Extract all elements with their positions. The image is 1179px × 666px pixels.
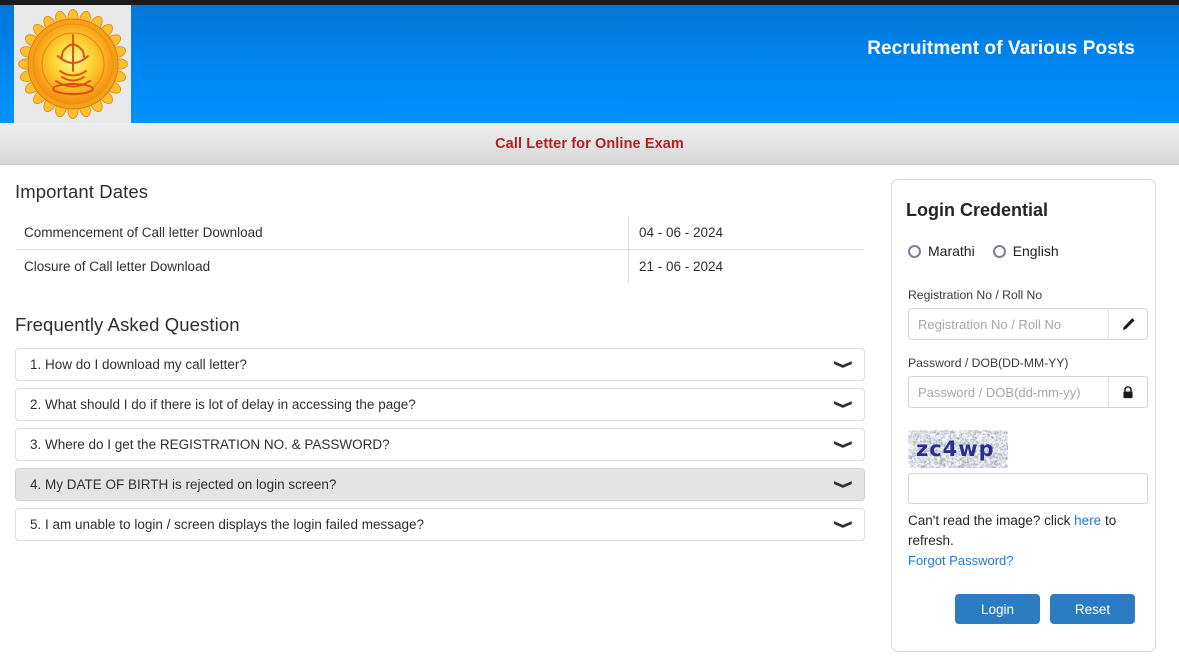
government-logo xyxy=(14,5,131,123)
registration-input-group xyxy=(908,308,1148,340)
faq-item[interactable]: 3. Where do I get the REGISTRATION NO. &… xyxy=(15,428,865,461)
maharashtra-emblem-icon xyxy=(18,9,128,119)
login-panel-title: Login Credential xyxy=(906,200,1137,221)
chevron-down-icon[interactable]: ❯ xyxy=(836,440,853,449)
pencil-icon[interactable] xyxy=(1108,309,1147,339)
language-radio-marathi[interactable]: Marathi xyxy=(908,243,975,259)
page-title: Recruitment of Various Posts xyxy=(867,38,1135,60)
faq-item[interactable]: 1. How do I download my call letter? ❯ xyxy=(15,348,865,381)
registration-label: Registration No / Roll No xyxy=(908,288,1137,302)
captcha-section: zc4wp Can't read the image? click here t… xyxy=(906,430,1137,568)
refresh-captcha-link[interactable]: here xyxy=(1074,513,1101,528)
table-row: Closure of Call letter Download 21 - 06 -… xyxy=(16,250,865,284)
subtitle-text: Call Letter for Online Exam xyxy=(495,136,684,152)
left-content-column: Important Dates Commencement of Call let… xyxy=(15,181,865,548)
captcha-input[interactable] xyxy=(908,473,1148,504)
important-dates-heading: Important Dates xyxy=(15,181,865,203)
chevron-down-icon[interactable]: ❯ xyxy=(836,400,853,409)
forgot-password-row: Forgot Password? xyxy=(908,553,1137,568)
table-row: Commencement of Call letter Download 04 -… xyxy=(16,216,865,250)
radio-circle-icon[interactable] xyxy=(993,245,1006,258)
faq-item-label: 4. My DATE OF BIRTH is rejected on login… xyxy=(30,477,839,492)
site-header-banner: Recruitment of Various Posts xyxy=(0,5,1179,123)
faq-item-label: 2. What should I do if there is lot of d… xyxy=(30,397,839,412)
pencil-glyph xyxy=(1121,317,1136,332)
password-field-group: Password / DOB(DD-MM-YY) xyxy=(906,356,1137,408)
date-value: 04 - 06 - 2024 xyxy=(629,216,865,250)
faq-item-label: 1. How do I download my call letter? xyxy=(30,357,839,372)
forgot-password-link[interactable]: Forgot Password? xyxy=(908,553,1014,568)
faq-item[interactable]: 4. My DATE OF BIRTH is rejected on login… xyxy=(15,468,865,501)
refresh-prefix: Can't read the image? click xyxy=(908,513,1074,528)
captcha-image: zc4wp xyxy=(908,430,1008,468)
chevron-down-icon[interactable]: ❯ xyxy=(836,360,853,369)
registration-field-group: Registration No / Roll No xyxy=(906,288,1137,340)
radio-circle-icon[interactable] xyxy=(908,245,921,258)
registration-input[interactable] xyxy=(909,309,1108,339)
important-dates-table: Commencement of Call letter Download 04 -… xyxy=(15,215,865,284)
captcha-refresh-text: Can't read the image? click here to refr… xyxy=(908,511,1143,551)
chevron-down-icon[interactable]: ❯ xyxy=(836,480,853,489)
language-radio-group: Marathi English xyxy=(906,243,1137,259)
faq-item-label: 5. I am unable to login / screen display… xyxy=(30,517,839,532)
login-panel: Login Credential Marathi English Registra… xyxy=(891,179,1156,652)
password-input-group xyxy=(908,376,1148,408)
faq-item-label: 3. Where do I get the REGISTRATION NO. &… xyxy=(30,437,839,452)
faq-item[interactable]: 2. What should I do if there is lot of d… xyxy=(15,388,865,421)
password-label: Password / DOB(DD-MM-YY) xyxy=(908,356,1137,370)
captcha-text: zc4wp xyxy=(916,437,995,461)
date-label: Commencement of Call letter Download xyxy=(16,216,629,250)
chevron-down-icon[interactable]: ❯ xyxy=(836,520,853,529)
language-radio-english[interactable]: English xyxy=(993,243,1059,259)
language-radio-label: Marathi xyxy=(928,243,975,259)
language-radio-label: English xyxy=(1013,243,1059,259)
login-button[interactable]: Login xyxy=(955,594,1040,624)
right-content-column: Login Credential Marathi English Registra… xyxy=(891,179,1156,652)
page-body: Important Dates Commencement of Call let… xyxy=(0,165,1179,666)
faq-heading: Frequently Asked Question xyxy=(15,314,865,336)
subtitle-bar: Call Letter for Online Exam xyxy=(0,123,1179,165)
faq-accordion: 1. How do I download my call letter? ❯ 2. … xyxy=(15,348,865,541)
date-value: 21 - 06 - 2024 xyxy=(629,250,865,284)
login-button-row: Login Reset xyxy=(906,594,1137,624)
lock-icon[interactable] xyxy=(1108,377,1147,407)
lock-glyph xyxy=(1121,385,1135,400)
faq-item[interactable]: 5. I am unable to login / screen display… xyxy=(15,508,865,541)
reset-button[interactable]: Reset xyxy=(1050,594,1135,624)
password-input[interactable] xyxy=(909,377,1108,407)
date-label: Closure of Call letter Download xyxy=(16,250,629,284)
